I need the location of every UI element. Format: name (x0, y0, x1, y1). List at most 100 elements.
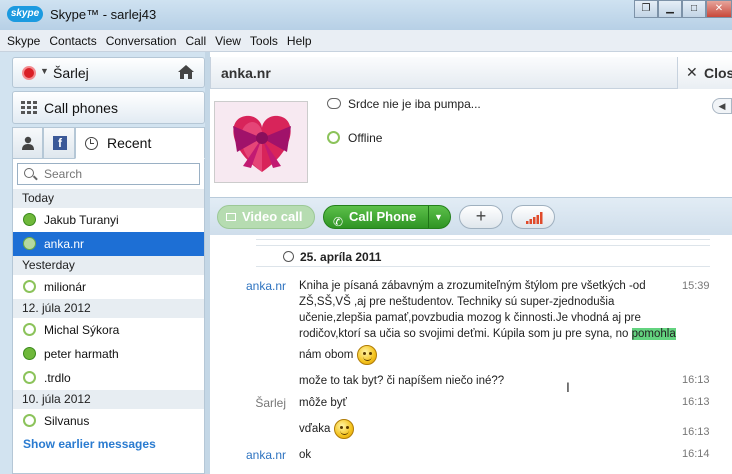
message-text: Kniha je písaná zábavným a zrozumiteľným… (299, 278, 676, 365)
window-title: Skype™ - sarlej43 (50, 7, 157, 22)
message-time: 16:13 (682, 396, 710, 408)
date-separator: 25. apríla 2011 (256, 245, 710, 267)
highlighted-word: pomohla (631, 328, 676, 340)
contact-status: Offline (348, 131, 383, 145)
add-people-button[interactable]: + (459, 205, 503, 229)
conversation-panel: anka.nr ✕ Clos Srdce nie je iba pumpa...… (210, 52, 732, 474)
contact-michal-sykora[interactable]: Michal Sýkora (13, 318, 204, 342)
mood-message-icon (327, 98, 341, 109)
menu-skype[interactable]: Skype (7, 34, 40, 48)
contact-name: Michal Sýkora (44, 323, 120, 337)
menu-contacts[interactable]: Contacts (49, 34, 96, 48)
contact-silvanus[interactable]: Silvanus (13, 409, 204, 433)
message-time: 15:39 (682, 280, 710, 292)
contact-name: peter harmath (44, 347, 119, 361)
call-phone-label: Call Phone (349, 209, 417, 224)
message-time: 16:13 (682, 374, 710, 386)
button-divider (428, 206, 429, 228)
contact-milionar[interactable]: milionár (13, 275, 204, 299)
tab-recent[interactable]: Recent (75, 127, 205, 159)
message-text: ok (299, 449, 312, 461)
divider (256, 239, 710, 240)
maximize-button[interactable]: □ (682, 0, 706, 18)
search-icon (24, 168, 34, 178)
contact-peter-harmath[interactable]: peter harmath (13, 342, 204, 366)
contact-tabs: f Recent (12, 127, 205, 159)
contact-trdlo[interactable]: .trdlo (13, 366, 204, 390)
status-icon[interactable] (22, 66, 36, 80)
minimize-button[interactable]: ▁ (658, 0, 682, 18)
tab-recent-label: Recent (107, 135, 152, 151)
message-line: rodičov,ktorí sa učia so svojimi deťmi. … (299, 326, 676, 342)
mood-message: Srdce nie je iba pumpa... (348, 97, 481, 111)
dialpad-icon (21, 101, 37, 114)
tab-facebook[interactable]: f (43, 127, 75, 159)
menu-call[interactable]: Call (185, 34, 206, 48)
close-conversation-button[interactable]: ✕ Clos (677, 57, 732, 89)
message-text: vďaka (299, 419, 354, 439)
call-quality-button[interactable] (511, 205, 555, 229)
skype-logo: skype (7, 6, 43, 22)
menu-view[interactable]: View (215, 34, 241, 48)
conversation-header: anka.nr ✕ Clos (210, 57, 732, 89)
facebook-icon: f (53, 136, 67, 150)
clock-icon (283, 251, 294, 262)
contact-jakub-turanyi[interactable]: Jakub Turanyi (13, 208, 204, 232)
date-label: 25. apríla 2011 (300, 250, 382, 264)
home-icon[interactable] (177, 64, 195, 80)
show-earlier-messages-link[interactable]: Show earlier messages (23, 437, 156, 451)
message-text: môže byť (299, 397, 347, 409)
window-controls: ❐ ▁ □ ✕ (634, 0, 732, 18)
message-line: nám obom (299, 345, 676, 365)
offline-status-icon (327, 131, 340, 144)
message-sender[interactable]: anka.nr (210, 448, 286, 462)
video-call-button[interactable]: Video call (217, 205, 315, 229)
message-time: 16:14 (682, 448, 710, 460)
close-window-button[interactable]: ✕ (706, 0, 732, 18)
tab-contacts[interactable] (12, 127, 43, 159)
contact-avatar[interactable] (214, 101, 308, 183)
person-icon (22, 136, 34, 150)
phone-status-icon (23, 237, 36, 250)
heart-bow-avatar-image (215, 102, 307, 182)
contact-name: Jakub Turanyi (44, 213, 119, 227)
contact-profile: Srdce nie je iba pumpa... Offline ◀ (210, 89, 732, 192)
online-status-icon (23, 347, 36, 360)
clock-icon (85, 137, 98, 150)
call-phones-button[interactable]: Call phones (12, 91, 205, 124)
chevron-down-icon[interactable]: ▼ (40, 66, 49, 76)
contact-name: anka.nr (44, 237, 85, 251)
camera-icon (226, 213, 236, 221)
chevron-down-icon[interactable]: ▼ (434, 206, 443, 228)
title-bar: skype Skype™ - sarlej43 ❐ ▁ □ ✕ (0, 0, 732, 30)
close-label: Clos (704, 65, 732, 81)
offline-status-icon (23, 280, 36, 293)
chevron-left-icon[interactable]: ◀ (712, 98, 732, 114)
close-icon: ✕ (686, 64, 698, 80)
smile-emoticon-icon (356, 345, 377, 365)
contact-anka-nr[interactable]: anka.nr (13, 232, 204, 256)
message-line-text: vďaka (299, 423, 331, 436)
menu-tools[interactable]: Tools (250, 34, 278, 48)
contact-name: .trdlo (44, 371, 71, 385)
left-panel: ▼ Šarlej Call phones f Recent Search Tod… (0, 52, 210, 474)
message-time: 16:13 (682, 426, 710, 438)
user-status-bar[interactable]: ▼ Šarlej (12, 57, 205, 88)
message-line-text: rodičov,ktorí sa učia so svojimi deťmi. … (299, 328, 629, 340)
call-phone-button[interactable]: ✆ Call Phone ▼ (323, 205, 451, 229)
message-line-text: nám obom (299, 349, 354, 362)
video-call-label: Video call (242, 209, 303, 224)
search-box[interactable] (17, 163, 200, 185)
message-sender[interactable]: anka.nr (210, 279, 286, 293)
message-sender[interactable]: Šarlej (210, 396, 286, 410)
user-name: Šarlej (53, 65, 89, 81)
search-input[interactable] (44, 166, 194, 182)
menu-conversation[interactable]: Conversation (106, 34, 177, 48)
offline-status-icon (23, 323, 36, 336)
contact-name: milionár (44, 280, 87, 294)
signal-bars-icon (526, 212, 543, 224)
call-toolbar: Video call ✆ Call Phone ▼ + (210, 197, 732, 235)
menu-help[interactable]: Help (287, 34, 312, 48)
chat-history[interactable]: 25. apríla 2011 anka.nr Kniha je písaná … (210, 235, 732, 474)
restore-icon[interactable]: ❐ (634, 0, 658, 18)
